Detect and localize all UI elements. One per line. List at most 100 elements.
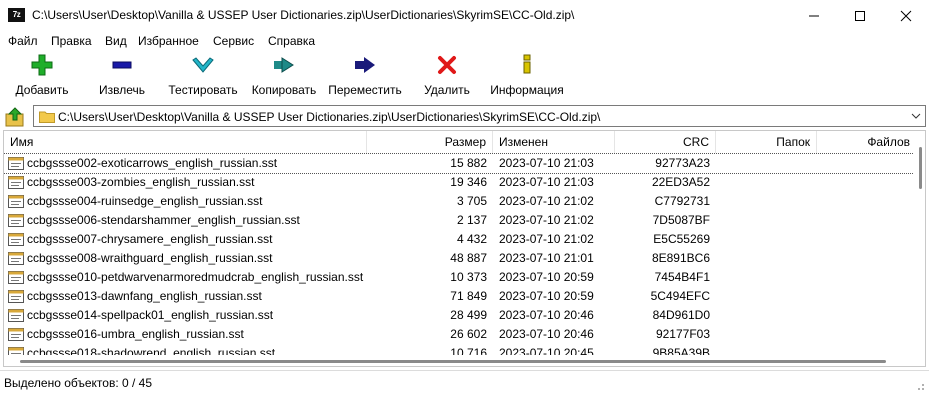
file-crc: C7792731 (654, 194, 710, 208)
horizontal-scrollbar[interactable] (4, 355, 916, 366)
file-modified: 2023-07-10 20:46 (499, 308, 594, 322)
file-size: 15 882 (450, 156, 487, 170)
table-row[interactable]: ccbgssse004-ruinsedge_english_russian.ss… (4, 192, 916, 211)
check-icon (192, 57, 214, 73)
selection-status: Выделено объектов: 0 / 45 (4, 376, 153, 390)
file-modified: 2023-07-10 20:59 (499, 270, 594, 284)
table-row[interactable]: ccbgssse002-exoticarrows_english_russian… (4, 153, 917, 174)
test-button[interactable]: Тестировать (168, 53, 238, 99)
file-crc: 8E891BC6 (651, 251, 710, 265)
add-button[interactable]: Добавить (12, 53, 72, 99)
close-button[interactable] (883, 0, 929, 31)
file-name: ccbgssse010-petdwarvenarmoredmudcrab_eng… (27, 270, 364, 284)
delete-label: Удалить (424, 83, 470, 97)
file-modified: 2023-07-10 21:02 (499, 213, 594, 227)
column-header-name[interactable]: Имя (4, 131, 367, 153)
file-name: ccbgssse003-zombies_english_russian.sst (27, 175, 255, 189)
chevron-down-icon[interactable] (910, 109, 922, 123)
status-bar: Выделено объектов: 0 / 45 (0, 370, 929, 394)
table-row[interactable]: ccbgssse007-chrysamere_english_russian.s… (4, 230, 916, 249)
column-header-size[interactable]: Размер (367, 131, 493, 153)
delete-button[interactable]: Удалить (422, 53, 472, 99)
extract-button[interactable]: Извлечь (96, 53, 148, 99)
maximize-button[interactable] (837, 0, 883, 31)
file-name: ccbgssse014-spellpack01_english_russian.… (27, 308, 274, 322)
minimize-icon (809, 15, 819, 16)
table-row[interactable]: ccbgssse006-stendarshammer_english_russi… (4, 211, 916, 230)
file-name: ccbgssse007-chrysamere_english_russian.s… (27, 232, 273, 246)
info-icon (523, 54, 531, 74)
move-button[interactable]: Переместить (327, 53, 403, 99)
menu-tools[interactable]: Сервис (213, 34, 254, 48)
title-bar: 7z C:\Users\User\Desktop\Vanilla & USSEP… (0, 0, 929, 31)
delete-x-icon (438, 56, 456, 74)
app-logo-icon: 7z (8, 8, 25, 22)
column-header-crc[interactable]: CRC (615, 131, 716, 153)
file-size: 4 432 (456, 232, 487, 246)
copy-button[interactable]: Копировать (249, 53, 319, 99)
column-header-modified[interactable]: Изменен (493, 131, 615, 153)
maximize-icon (855, 10, 865, 21)
vertical-scrollbar[interactable] (914, 131, 925, 366)
table-row[interactable]: ccbgssse016-umbra_english_russian.sst 26 … (4, 325, 916, 344)
file-icon (8, 195, 24, 208)
file-crc: 7454B4F1 (654, 270, 710, 284)
extract-label: Извлечь (98, 83, 145, 97)
file-icon (8, 252, 24, 265)
menu-edit[interactable]: Правка (51, 34, 92, 48)
column-header-folders[interactable]: Папок (716, 131, 817, 153)
file-size: 2 137 (456, 213, 487, 227)
file-list: Имя Размер Изменен CRC Папок Файлов ccbg… (3, 130, 926, 367)
file-size: 19 346 (450, 175, 487, 189)
file-crc: 22ED3A52 (651, 175, 710, 189)
file-crc: 92177F03 (655, 327, 710, 341)
horizontal-scroll-thumb[interactable] (20, 360, 886, 363)
table-row[interactable]: ccbgssse010-petdwarvenarmoredmudcrab_eng… (4, 268, 916, 287)
file-name: ccbgssse002-exoticarrows_english_russian… (27, 156, 278, 170)
minus-icon (112, 61, 132, 69)
move-arrow-icon (355, 57, 375, 73)
file-icon (8, 328, 24, 341)
file-icon (8, 309, 24, 322)
file-icon (8, 176, 24, 189)
up-folder-button[interactable] (4, 106, 26, 128)
table-row[interactable]: ccbgssse008-wraithguard_english_russian.… (4, 249, 916, 268)
file-modified: 2023-07-10 21:01 (499, 251, 594, 265)
file-icon (8, 157, 24, 170)
file-name: ccbgssse006-stendarshammer_english_russi… (27, 213, 300, 227)
menu-favorites[interactable]: Избранное (138, 34, 199, 48)
menu-view[interactable]: Вид (105, 34, 127, 48)
file-modified: 2023-07-10 21:02 (499, 194, 594, 208)
file-name: ccbgssse008-wraithguard_english_russian.… (27, 251, 273, 265)
add-label: Добавить (15, 83, 69, 97)
file-crc: 5C494EFC (650, 289, 710, 303)
file-size: 71 849 (450, 289, 487, 303)
column-header-files[interactable]: Файлов (817, 131, 916, 153)
info-button[interactable]: Информация (489, 53, 565, 99)
column-header-row: Имя Размер Изменен CRC Папок Файлов (4, 131, 925, 153)
file-name: ccbgssse013-dawnfang_english_russian.sst (27, 289, 262, 303)
menu-file[interactable]: Файл (8, 34, 38, 48)
file-modified: 2023-07-10 21:02 (499, 232, 594, 246)
menu-bar: Файл Правка Вид Избранное Сервис Справка (0, 31, 929, 51)
address-path: C:\Users\User\Desktop\Vanilla & USSEP Us… (58, 110, 601, 124)
up-folder-icon (5, 107, 24, 127)
table-row[interactable]: ccbgssse003-zombies_english_russian.sst 1… (4, 173, 916, 192)
file-crc: E5C55269 (653, 232, 710, 246)
address-input[interactable]: C:\Users\User\Desktop\Vanilla & USSEP Us… (33, 105, 926, 127)
file-size: 26 602 (450, 327, 487, 341)
file-modified: 2023-07-10 20:46 (499, 327, 594, 341)
test-label: Тестировать (168, 83, 238, 97)
resize-grip-icon[interactable] (915, 381, 925, 391)
table-row[interactable]: ccbgssse013-dawnfang_english_russian.sst… (4, 287, 916, 306)
table-row[interactable]: ccbgssse014-spellpack01_english_russian.… (4, 306, 916, 325)
toolbar: Добавить Извлечь Тестировать Копировать … (0, 51, 929, 101)
plus-icon (31, 54, 53, 76)
file-size: 10 373 (450, 270, 487, 284)
copy-label: Копировать (251, 83, 317, 97)
file-size: 48 887 (450, 251, 487, 265)
menu-help[interactable]: Справка (268, 34, 315, 48)
minimize-button[interactable] (791, 0, 837, 31)
close-icon (900, 10, 912, 21)
vertical-scroll-thumb[interactable] (919, 147, 922, 189)
